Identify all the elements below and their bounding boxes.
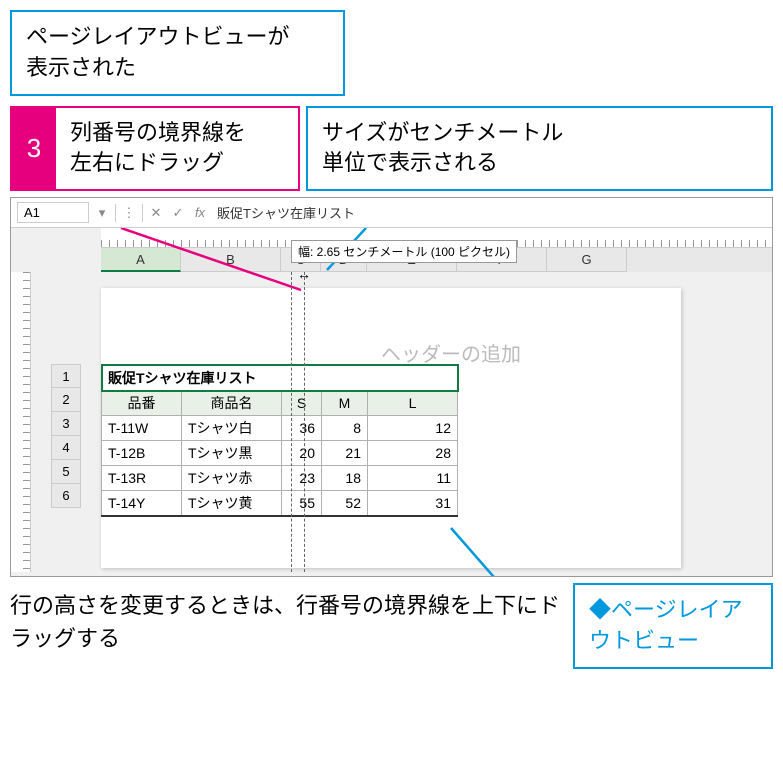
table-header[interactable]: S — [282, 391, 322, 416]
table-cell[interactable]: T-11W — [102, 416, 182, 441]
table-cell[interactable]: 21 — [322, 441, 368, 466]
step-text: 列番号の境界線を 左右にドラッグ — [56, 108, 298, 190]
callout-bottom-right: ◆ページレイアウトビュー — [573, 583, 773, 669]
fx-icon[interactable]: fx — [191, 205, 209, 220]
callout-size-text: サイズがセンチメートル 単位で表示される — [322, 120, 563, 176]
row-header-5[interactable]: 5 — [51, 460, 81, 484]
table-header[interactable]: 商品名 — [182, 391, 282, 416]
formula-bar: A1 ▾ ⋮ ✕ ✓ fx 販促Tシャツ在庫リスト — [11, 198, 772, 228]
name-box[interactable]: A1 — [17, 202, 89, 223]
table-cell[interactable]: T-12B — [102, 441, 182, 466]
table-cell[interactable]: 55 — [282, 491, 322, 517]
excel-screenshot: A1 ▾ ⋮ ✕ ✓ fx 販促Tシャツ在庫リスト 幅: 2.65 センチメート… — [10, 197, 773, 577]
drag-guideline-2 — [304, 272, 305, 572]
table-cell[interactable]: T-13R — [102, 466, 182, 491]
formula-text[interactable]: 販促Tシャツ在庫リスト — [213, 203, 355, 222]
cancel-icon[interactable]: ✕ — [147, 205, 165, 221]
row-header-4[interactable]: 4 — [51, 436, 81, 460]
table-cell[interactable]: Tシャツ黒 — [182, 441, 282, 466]
callout-size-unit: サイズがセンチメートル 単位で表示される — [306, 106, 773, 192]
table-cell[interactable]: Tシャツ黄 — [182, 491, 282, 517]
table-cell[interactable]: 23 — [282, 466, 322, 491]
table-cell[interactable]: 36 — [282, 416, 322, 441]
row-header-3[interactable]: 3 — [51, 412, 81, 436]
column-header-g[interactable]: G — [547, 248, 627, 272]
bottom-row: 行の高さを変更するときは、行番号の境界線を上下にドラッグする ◆ページレイアウト… — [10, 583, 773, 669]
menu-icon[interactable]: ⋮ — [120, 205, 138, 221]
callout-top-text: ページレイアウトビューが 表示された — [26, 24, 290, 80]
table-cell[interactable]: 20 — [282, 441, 322, 466]
table-header[interactable]: 品番 — [102, 391, 182, 416]
title-cell[interactable]: 販促Tシャツ在庫リスト — [102, 365, 458, 391]
table-header[interactable]: M — [322, 391, 368, 416]
confirm-icon[interactable]: ✓ — [169, 205, 187, 221]
spreadsheet-grid[interactable]: 販促Tシャツ在庫リスト品番商品名SMLT-11WTシャツ白36812T-12BT… — [101, 364, 458, 517]
mid-callout-row: 3 列番号の境界線を 左右にドラッグ サイズがセンチメートル 単位で表示される — [10, 106, 773, 192]
diamond-icon: ◆ — [589, 597, 611, 622]
callout-top: ページレイアウトビューが 表示された — [10, 10, 345, 96]
name-box-dropdown-icon[interactable]: ▾ — [93, 205, 111, 221]
column-header-b[interactable]: B — [181, 248, 281, 272]
table-cell[interactable]: 31 — [368, 491, 458, 517]
callout-bottom-left: 行の高さを変更するときは、行番号の境界線を上下にドラッグする — [10, 583, 567, 669]
column-header-a[interactable]: A — [101, 248, 181, 272]
row-header-1[interactable]: 1 — [51, 364, 81, 388]
vertical-ruler — [11, 272, 31, 572]
callout-step-3: 3 列番号の境界線を 左右にドラッグ — [10, 106, 300, 192]
sheet-area: 幅: 2.65 センチメートル (100 ピクセル) ABCDEFG ↔ ヘッダ… — [11, 228, 772, 577]
resize-cursor-icon: ↔ — [297, 266, 311, 282]
bottom-right-text: ページレイアウトビュー — [589, 597, 743, 653]
table-cell[interactable]: 52 — [322, 491, 368, 517]
step-number: 3 — [12, 108, 56, 190]
header-placeholder[interactable]: ヘッダーの追加 — [381, 338, 521, 367]
table-cell[interactable]: Tシャツ赤 — [182, 466, 282, 491]
row-header-2[interactable]: 2 — [51, 388, 81, 412]
table-cell[interactable]: Tシャツ白 — [182, 416, 282, 441]
width-tooltip: 幅: 2.65 センチメートル (100 ピクセル) — [291, 240, 517, 263]
table-cell[interactable]: 8 — [322, 416, 368, 441]
drag-guideline-1 — [291, 272, 292, 572]
table-cell[interactable]: 28 — [368, 441, 458, 466]
table-header[interactable]: L — [368, 391, 458, 416]
table-cell[interactable]: 12 — [368, 416, 458, 441]
table-cell[interactable]: 18 — [322, 466, 368, 491]
table-cell[interactable]: T-14Y — [102, 491, 182, 517]
row-header-6[interactable]: 6 — [51, 484, 81, 508]
row-headers: 123456 — [51, 364, 81, 508]
table-cell[interactable]: 11 — [368, 466, 458, 491]
